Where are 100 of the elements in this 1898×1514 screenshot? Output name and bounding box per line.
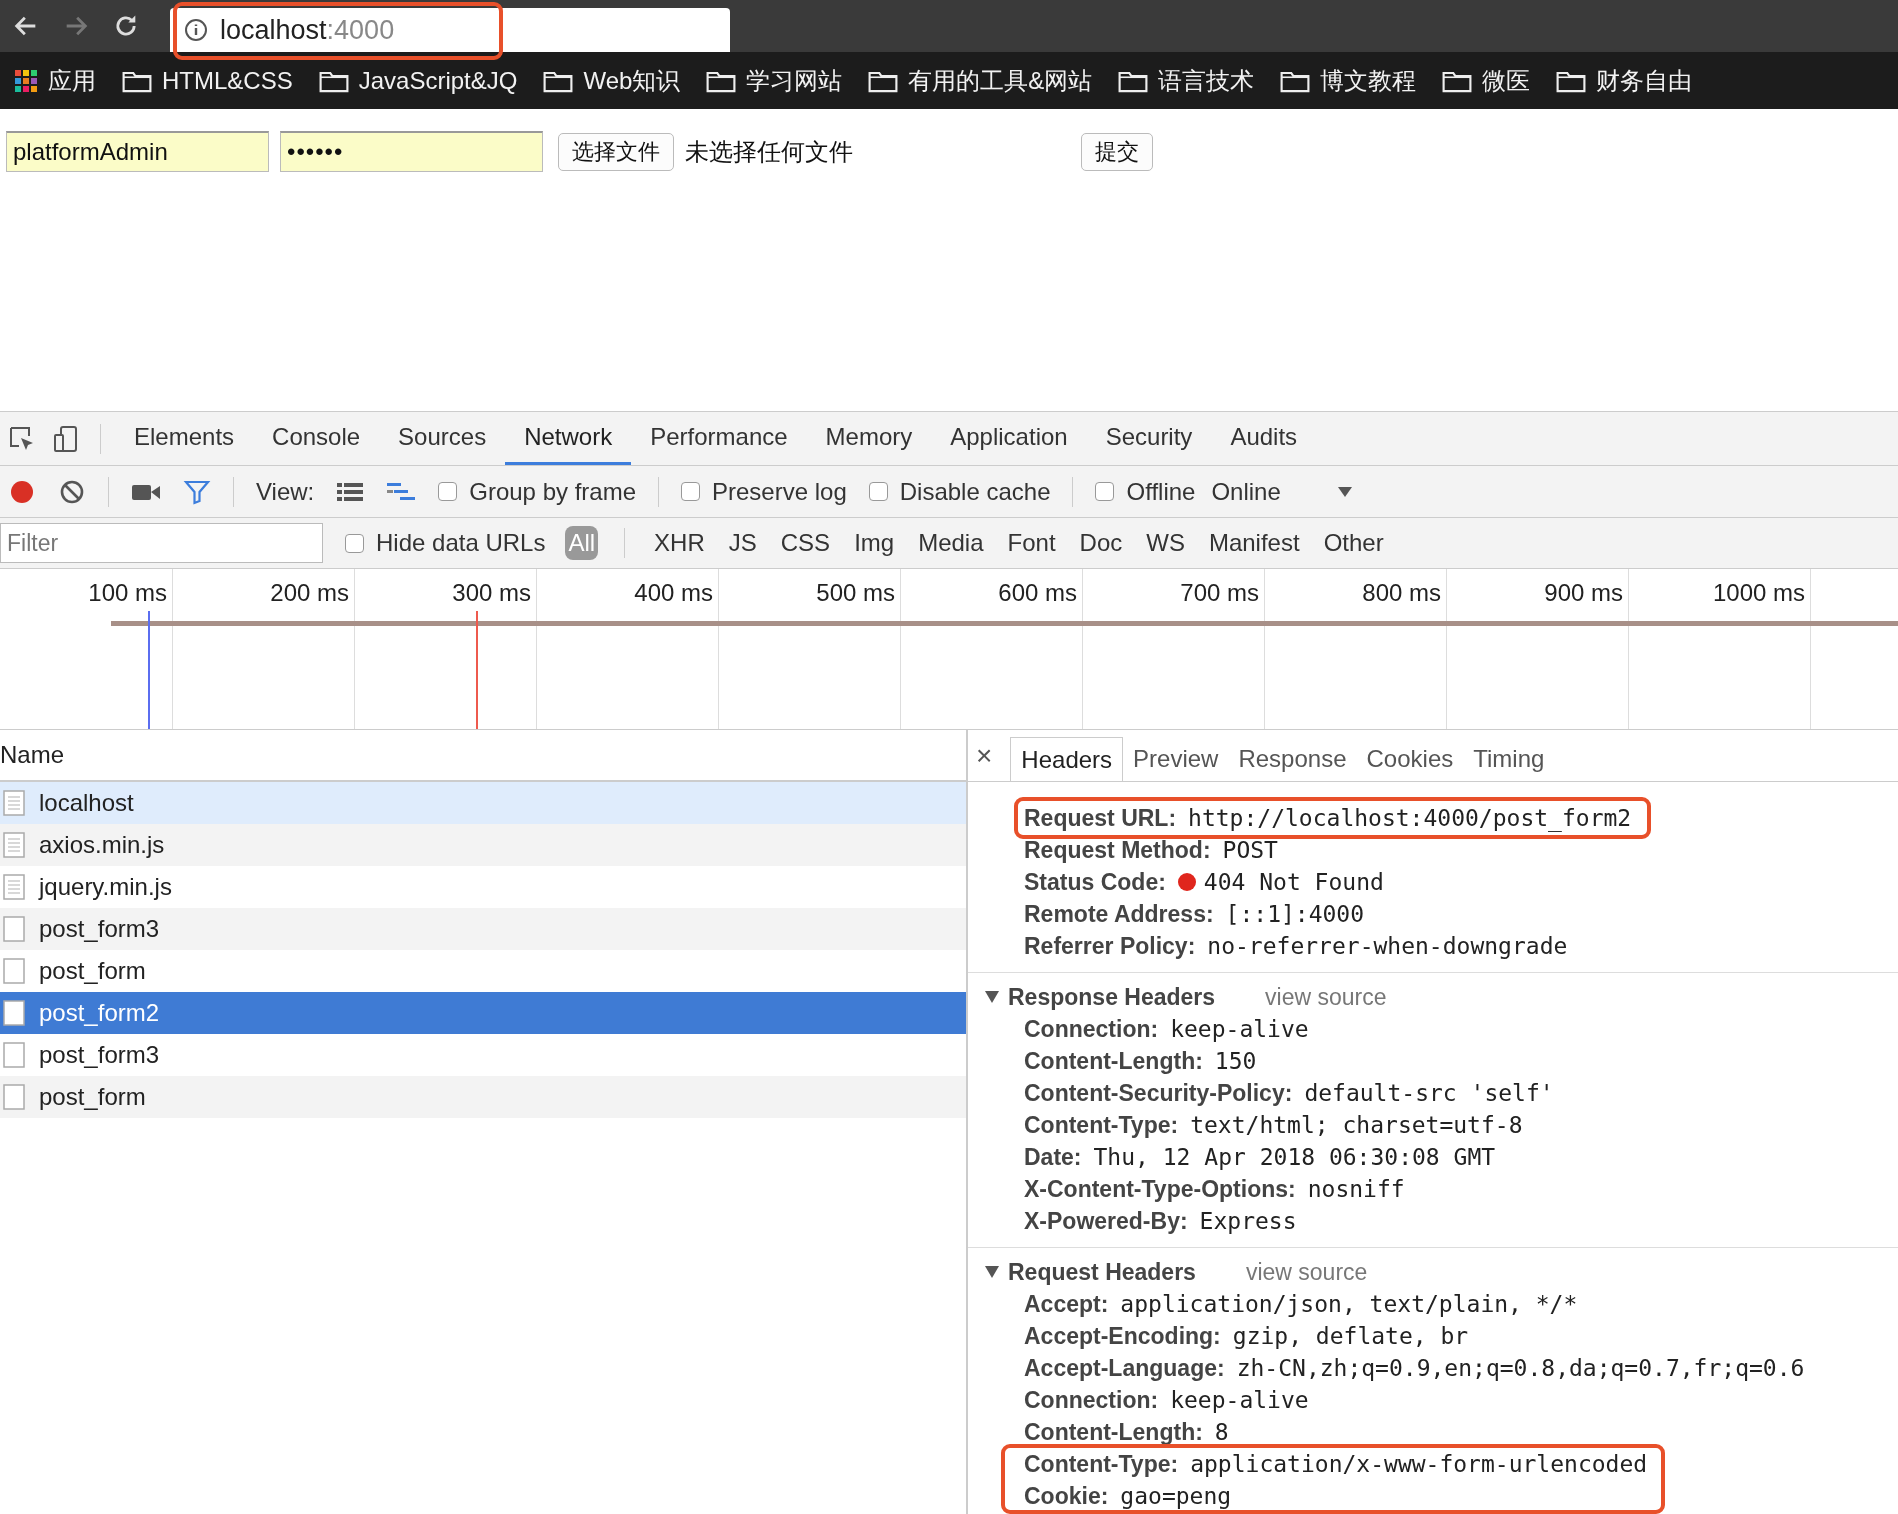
- timeline-tick-label: 700 ms: [1180, 579, 1259, 606]
- request-row[interactable]: post_form3: [0, 908, 966, 950]
- timeline-tick-label: 100 ms: [88, 579, 167, 606]
- detail-tab[interactable]: Cookies: [1356, 737, 1464, 781]
- type-filter[interactable]: Font: [1004, 526, 1059, 560]
- devtools-tab[interactable]: Application: [931, 412, 1087, 465]
- header-row-text: Cookie: gao=peng: [1024, 1481, 1232, 1511]
- file-status: 未选择任何文件: [685, 136, 853, 167]
- filter-field[interactable]: Filter: [0, 523, 323, 563]
- timeline-tick-label: 300 ms: [452, 579, 531, 606]
- timeline-tick-label: 400 ms: [634, 579, 713, 606]
- type-filter[interactable]: CSS: [777, 526, 834, 560]
- type-filter[interactable]: Doc: [1076, 526, 1126, 560]
- checkbox[interactable]: Offline: [1095, 477, 1196, 506]
- type-filter[interactable]: JS: [725, 526, 760, 560]
- header-row-text: Content-Type: application/x-www-form-urlencoded: [1024, 1449, 1648, 1479]
- bookmark[interactable]: 微医: [1442, 64, 1531, 97]
- username-field[interactable]: platformAdmin: [6, 131, 269, 172]
- header-row-text: Content-Type: text/html; charset=utf-8: [1024, 1110, 1523, 1140]
- detail-tab[interactable]: Preview: [1123, 737, 1229, 781]
- blank-file-icon: [3, 1000, 25, 1026]
- timeline-tick-label: 900 ms: [1544, 579, 1623, 606]
- header-row-text: Content-Length: 150: [1024, 1046, 1257, 1076]
- header-row-text: Connection: keep-alive: [1024, 1014, 1309, 1044]
- blank-file-icon: [3, 1042, 25, 1068]
- checkbox[interactable]: Disable cache: [868, 477, 1051, 506]
- password-field[interactable]: ••••••: [280, 131, 543, 172]
- bookmark[interactable]: 应用: [14, 64, 96, 97]
- type-filter[interactable]: XHR: [651, 526, 708, 560]
- header-row-text: Content-Length: 8: [1024, 1417, 1229, 1447]
- submit-button[interactable]: 提交: [1081, 132, 1153, 171]
- header-row: Request URL: http://localhost:4000/post_form2: [1014, 797, 1652, 839]
- type-filter[interactable]: Img: [851, 526, 898, 560]
- header-row-text: Accept-Encoding: gzip, deflate, br: [1024, 1321, 1469, 1351]
- header-row-text: X-Content-Type-Options: nosniff: [1024, 1174, 1405, 1204]
- column-header[interactable]: Name: [0, 741, 65, 769]
- bookmark[interactable]: 有用的工具&网站: [868, 64, 1093, 97]
- section-title[interactable]: Response Headers: [1008, 983, 1216, 1011]
- bookmark[interactable]: 学习网站: [706, 64, 843, 97]
- header-row-text: Date: Thu, 12 Apr 2018 06:30:08 GMT: [1024, 1142, 1496, 1172]
- checkbox[interactable]: Group by frame: [438, 477, 636, 506]
- bookmark[interactable]: 语言技术: [1118, 64, 1255, 97]
- bookmark[interactable]: HTML&CSS: [122, 66, 293, 95]
- expand-triangle-icon[interactable]: [984, 1265, 1000, 1279]
- timeline-tick-label: 600 ms: [998, 579, 1077, 606]
- type-filter[interactable]: Other: [1320, 526, 1387, 560]
- view-source-link[interactable]: view source: [1265, 983, 1387, 1011]
- bookmark[interactable]: 财务自由: [1556, 64, 1693, 97]
- bookmark[interactable]: Web知识: [543, 64, 681, 97]
- blank-file-icon: [3, 1084, 25, 1110]
- checkbox[interactable]: Hide data URLs: [345, 529, 546, 557]
- request-row[interactable]: localhost: [0, 782, 966, 824]
- view-source-link[interactable]: view source: [1245, 1258, 1368, 1286]
- bookmark[interactable]: 博文教程: [1280, 64, 1417, 97]
- request-row[interactable]: axios.min.js: [0, 824, 966, 866]
- document-icon: [3, 874, 25, 900]
- close-button[interactable]: ×: [976, 739, 993, 772]
- document-icon: [3, 790, 25, 816]
- throttling-dropdown[interactable]: Online: [1211, 477, 1281, 506]
- timeline-tick-label: 800 ms: [1362, 579, 1441, 606]
- header-row-text: Content-Security-Policy: default-src 'self': [1024, 1078, 1554, 1108]
- blank-file-icon: [3, 958, 25, 984]
- bookmark[interactable]: JavaScript&JQ: [318, 66, 518, 95]
- request-row[interactable]: post_form2: [0, 992, 966, 1034]
- detail-tab[interactable]: Headers: [1010, 737, 1124, 781]
- header-row-text: Referrer Policy: no-referrer-when-downgrade: [1024, 931, 1568, 961]
- devtools-tab[interactable]: Memory: [806, 412, 932, 465]
- devtools-tab[interactable]: Elements: [115, 412, 254, 465]
- detail-tab[interactable]: Timing: [1463, 737, 1555, 781]
- devtools-tab[interactable]: Performance: [631, 412, 807, 465]
- devtools-tab[interactable]: Security: [1086, 412, 1212, 465]
- devtools-tab[interactable]: Audits: [1211, 412, 1317, 465]
- expand-triangle-icon[interactable]: [984, 990, 1000, 1004]
- detail-tab[interactable]: Response: [1228, 737, 1357, 781]
- blank-file-icon: [3, 916, 25, 942]
- devtools-tab[interactable]: Sources: [379, 412, 506, 465]
- dropdown-caret-icon[interactable]: [1336, 485, 1353, 498]
- devtools-tab[interactable]: Console: [253, 412, 380, 465]
- choose-file-button[interactable]: 选择文件: [558, 132, 674, 171]
- view-label: View:: [256, 477, 315, 506]
- type-filter[interactable]: Manifest: [1205, 526, 1303, 560]
- request-row[interactable]: post_form: [0, 1076, 966, 1118]
- device-icon[interactable]: [52, 424, 80, 453]
- info-icon: [184, 18, 208, 42]
- list-view-icon[interactable]: [336, 480, 365, 503]
- waterfall-view-icon[interactable]: [386, 480, 417, 503]
- header-row-text: Remote Address: [::1]:4000: [1024, 899, 1365, 929]
- apps-grid-icon: [14, 68, 38, 93]
- type-filter[interactable]: WS: [1143, 526, 1188, 560]
- header-row-text: X-Powered-By: Express: [1024, 1206, 1297, 1236]
- address-field[interactable]: localhost:4000: [170, 8, 730, 52]
- header-row-text: Accept: application/json, text/plain, */*: [1024, 1289, 1578, 1319]
- type-filter[interactable]: Media: [915, 526, 987, 560]
- checkbox[interactable]: Preserve log: [681, 477, 847, 506]
- header-row-text: Accept-Language: zh-CN,zh;q=0.9,en;q=0.8,da;q=0.7,fr;q=0.6: [1024, 1353, 1805, 1383]
- header-row-text: Status Code: 404 Not Found: [1024, 867, 1384, 897]
- section-title[interactable]: Request Headers: [1008, 1258, 1196, 1286]
- timeline-tick-label: 200 ms: [270, 579, 349, 606]
- header-row-text: Connection: keep-alive: [1024, 1385, 1309, 1415]
- document-icon: [3, 832, 25, 858]
